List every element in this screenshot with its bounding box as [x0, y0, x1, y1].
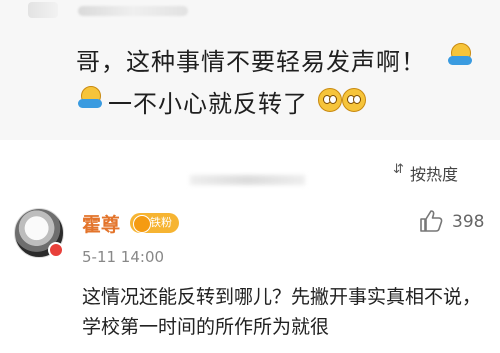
- fan-badge: 铁粉: [130, 213, 179, 233]
- comment-body: 这情况还能反转到哪儿？先撇开事实真相不说，学校第一时间的所作所为就很: [82, 286, 482, 338]
- verified-badge-icon: [48, 242, 64, 258]
- quoted-comment-card: 哥，这种事情不要轻易发声啊！ 一不小心就反转了: [0, 0, 500, 140]
- hug-emoji-icon: [448, 43, 472, 69]
- blurred-avatar: [28, 2, 58, 18]
- blurred-username: [78, 6, 188, 16]
- sort-by-hot-button[interactable]: 按热度: [410, 161, 458, 185]
- thumbs-up-icon[interactable]: [418, 208, 444, 234]
- sad-emoji-icon: [318, 88, 342, 112]
- comment-timestamp: 5-11 14:00: [82, 248, 165, 266]
- blurred-watermark: [190, 175, 305, 185]
- quoted-comment-line-1: 哥，这种事情不要轻易发声啊！: [76, 48, 426, 76]
- quoted-comment-line-2: 一不小心就反转了: [86, 84, 308, 119]
- quoted-comment-line-2-text: 一不小心就反转了: [108, 90, 308, 118]
- comment-username[interactable]: 霍尊: [82, 210, 120, 237]
- like-count: 398: [452, 212, 485, 232]
- sort-icon[interactable]: ⇵: [393, 163, 405, 177]
- sad-emoji-icon: [342, 88, 366, 112]
